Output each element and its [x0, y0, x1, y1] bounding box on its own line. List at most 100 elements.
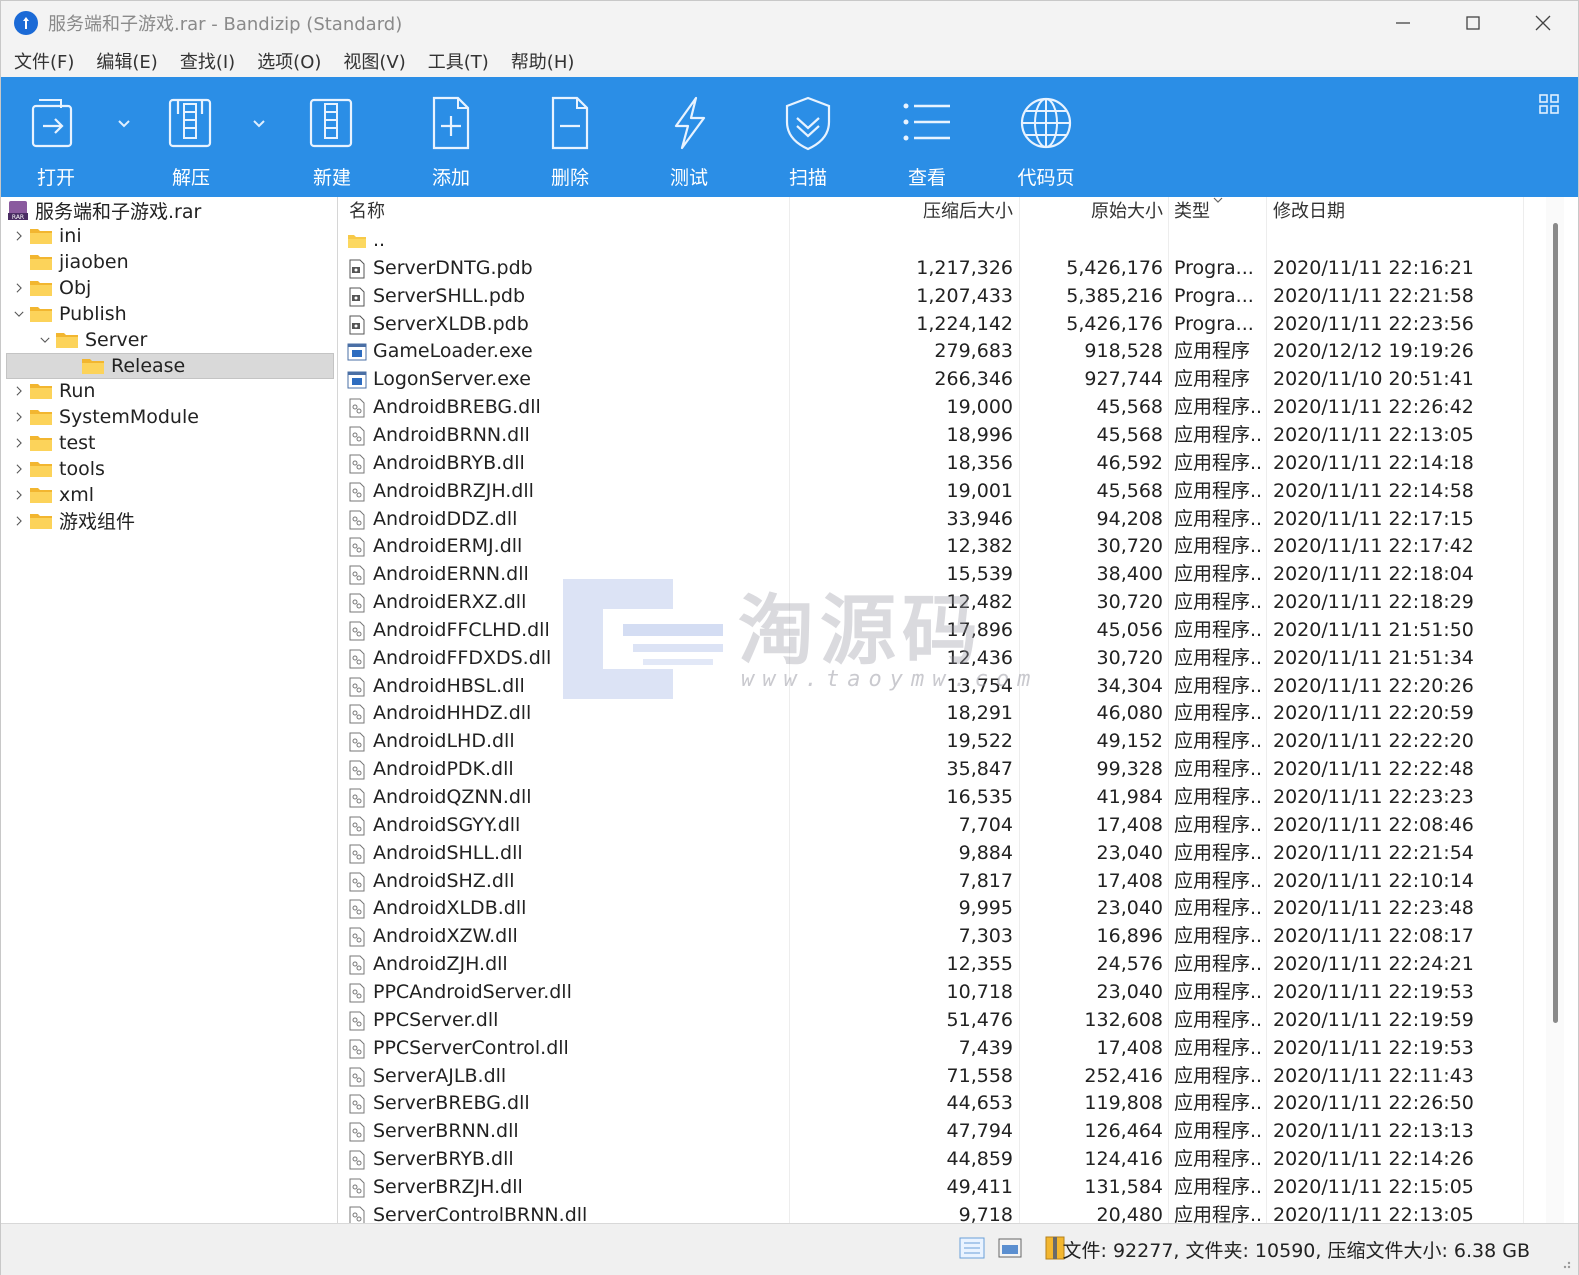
file-row[interactable]: AndroidERXZ.dll 12,482 30,720 应用程序... 2020/1…	[339, 589, 1563, 617]
menu-item[interactable]: 视图(V)	[335, 48, 413, 74]
close-button[interactable]	[1508, 1, 1578, 45]
tree-item[interactable]: jiaoben	[1, 249, 337, 275]
file-row[interactable]: ServerBREBG.dll 44,653 119,808 应用程序... 2020/…	[339, 1090, 1563, 1118]
toolbar-button[interactable]: 添加	[401, 77, 501, 197]
file-row[interactable]: GameLoader.exe 279,683 918,528 应用程序 2020/12/…	[339, 338, 1563, 366]
tree-root[interactable]: RAR 服务端和子游戏.rar	[1, 197, 337, 223]
file-row[interactable]: ServerXLDB.pdb 1,224,142 5,426,176 Progra..…	[339, 311, 1563, 339]
file-row[interactable]: AndroidSHZ.dll 7,817 17,408 应用程序... 2020/11/…	[339, 868, 1563, 896]
toolbar-button[interactable]: 扫描	[758, 77, 858, 197]
file-row[interactable]: ServerBRZJH.dll 49,411 131,584 应用程序... 2020/…	[339, 1174, 1563, 1202]
toolbar-button[interactable]: 测试	[639, 77, 739, 197]
file-row[interactable]: AndroidERNN.dll 15,539 38,400 应用程序... 2020/1…	[339, 561, 1563, 589]
file-row[interactable]: ServerBRNN.dll 47,794 126,464 应用程序... 2020/1…	[339, 1118, 1563, 1146]
tree-expander[interactable]	[9, 433, 29, 453]
tree-expander[interactable]	[9, 407, 29, 427]
tree-item[interactable]: xml	[1, 482, 337, 508]
file-name: PPCAndroidServer.dll	[373, 980, 572, 1003]
open-archive-icon	[26, 93, 86, 153]
file-row[interactable]: LogonServer.exe 266,346 927,744 应用程序 2020/11…	[339, 366, 1563, 394]
file-row[interactable]: AndroidSGYY.dll 7,704 17,408 应用程序... 2020/11…	[339, 812, 1563, 840]
file-row[interactable]: AndroidFFDXDS.dll 12,436 30,720 应用程序... 2020…	[339, 645, 1563, 673]
file-row[interactable]: PPCAndroidServer.dll 10,718 23,040 应用程序... 2…	[339, 979, 1563, 1007]
details-view-icon[interactable]	[958, 1234, 986, 1262]
file-row[interactable]: AndroidZJH.dll 12,355 24,576 应用程序... 2020/11…	[339, 951, 1563, 979]
file-name: ServerControlBRNN.dll	[373, 1203, 588, 1223]
file-row[interactable]: AndroidHBSL.dll 13,754 34,304 应用程序... 2020/1…	[339, 673, 1563, 701]
file-row[interactable]: AndroidHHDZ.dll 18,291 46,080 应用程序... 2020/1…	[339, 700, 1563, 728]
file-row[interactable]: AndroidFFCLHD.dll 17,896 45,056 应用程序... 2020…	[339, 617, 1563, 645]
tree-expander[interactable]	[9, 304, 29, 324]
file-row[interactable]: AndroidDDZ.dll 33,946 94,208 应用程序... 2020/11…	[339, 506, 1563, 534]
preview-pane-icon[interactable]	[996, 1234, 1024, 1262]
column-header-type[interactable]: 类型	[1174, 197, 1223, 227]
file-row[interactable]: AndroidQZNN.dll 16,535 41,984 应用程序... 2020/1…	[339, 784, 1563, 812]
tree-item[interactable]: Publish	[1, 301, 337, 327]
tree-item[interactable]: SystemModule	[1, 404, 337, 430]
file-row[interactable]: AndroidBRZJH.dll 19,001 45,568 应用程序... 2020/…	[339, 478, 1563, 506]
file-row[interactable]: ServerDNTG.pdb 1,217,326 5,426,176 Progra..…	[339, 255, 1563, 283]
extract-dropdown-arrow-icon[interactable]	[249, 113, 269, 133]
toolbar-button[interactable]: 查看	[877, 77, 977, 197]
tree-item[interactable]: 游戏组件	[1, 508, 337, 534]
menu-item[interactable]: 工具(T)	[420, 48, 497, 74]
open-dropdown-arrow-icon[interactable]	[114, 113, 134, 133]
parent-folder-row[interactable]: ..	[339, 227, 1563, 255]
file-type: 应用程序...	[1174, 535, 1264, 558]
menu-item[interactable]: 文件(F)	[6, 48, 82, 74]
file-row[interactable]: AndroidLHD.dll 19,522 49,152 应用程序... 2020/11…	[339, 728, 1563, 756]
column-header-type-label: 类型	[1174, 201, 1210, 222]
file-row[interactable]: AndroidBRYB.dll 18,356 46,592 应用程序... 2020/1…	[339, 450, 1563, 478]
resize-grip-icon[interactable]	[1558, 1256, 1572, 1270]
tree-expander[interactable]	[9, 485, 29, 505]
menu-item[interactable]: 查找(I)	[172, 48, 243, 74]
scrollbar-thumb[interactable]	[1553, 223, 1558, 1023]
column-header-modified[interactable]: 修改日期	[1273, 197, 1345, 227]
layout-grid-icon[interactable]	[1538, 93, 1560, 115]
toolbar-button[interactable]: 新建	[282, 77, 382, 197]
file-row[interactable]: AndroidBREBG.dll 19,000 45,568 应用程序... 2020/…	[339, 394, 1563, 422]
modified-date: 2020/11/11 22:23:23	[1273, 786, 1474, 808]
tree-item[interactable]: ini	[1, 223, 337, 249]
tree-expander[interactable]	[9, 459, 29, 479]
toolbar-button-label: 添加	[431, 167, 470, 189]
file-row[interactable]: ServerControlBRNN.dll 9,718 20,480 应用程序... 2…	[339, 1202, 1563, 1223]
tree-expander[interactable]	[9, 278, 29, 298]
tree-expander[interactable]	[9, 511, 29, 531]
file-row[interactable]: AndroidSHLL.dll 9,884 23,040 应用程序... 2020/11…	[339, 840, 1563, 868]
maximize-button[interactable]	[1438, 1, 1508, 45]
tree-item[interactable]: Release	[1, 352, 337, 379]
file-row[interactable]: AndroidBRNN.dll 18,996 45,568 应用程序... 2020/1…	[339, 422, 1563, 450]
file-row[interactable]: AndroidXLDB.dll 9,995 23,040 应用程序... 2020/11…	[339, 895, 1563, 923]
tree-item[interactable]: tools	[1, 456, 337, 482]
column-header-packed[interactable]: 压缩后大小	[789, 197, 1013, 227]
file-row[interactable]: AndroidXZW.dll 7,303 16,896 应用程序... 2020/11/…	[339, 923, 1563, 951]
tree-item[interactable]: test	[1, 430, 337, 456]
file-row[interactable]: PPCServerControl.dll 7,439 17,408 应用程序... 20…	[339, 1035, 1563, 1063]
toolbar-button[interactable]: 打开	[6, 77, 106, 197]
toolbar-button[interactable]: 删除	[520, 77, 620, 197]
tree-expander[interactable]	[35, 330, 55, 350]
file-row[interactable]: ServerBRYB.dll 44,859 124,416 应用程序... 2020/1…	[339, 1146, 1563, 1174]
chevron-right-icon	[16, 490, 22, 500]
menu-item[interactable]: 选项(O)	[249, 48, 329, 74]
column-header-size[interactable]: 原始大小	[1019, 197, 1163, 227]
file-row[interactable]: ServerSHLL.pdb 1,207,433 5,385,216 Progra..…	[339, 283, 1563, 311]
column-header-name[interactable]: 名称	[349, 197, 385, 227]
file-row[interactable]: AndroidPDK.dll 35,847 99,328 应用程序... 2020/11…	[339, 756, 1563, 784]
tree-expander[interactable]	[9, 381, 29, 401]
toolbar-button[interactable]: 解压	[141, 77, 241, 197]
file-row[interactable]: PPCServer.dll 51,476 132,608 应用程序... 2020/11…	[339, 1007, 1563, 1035]
chevron-right-icon	[16, 516, 22, 526]
menu-item[interactable]: 编辑(E)	[88, 48, 165, 74]
file-row[interactable]: ServerAJLB.dll 71,558 252,416 应用程序... 2020/1…	[339, 1063, 1563, 1091]
menu-item[interactable]: 帮助(H)	[503, 48, 583, 74]
tree-item[interactable]: Server	[1, 327, 337, 353]
minimize-button[interactable]	[1368, 1, 1438, 45]
file-row[interactable]: AndroidERMJ.dll 12,382 30,720 应用程序... 2020/1…	[339, 533, 1563, 561]
tree-item[interactable]: Run	[1, 378, 337, 404]
toolbar-button[interactable]: 代码页	[996, 77, 1096, 197]
tree-item[interactable]: Obj	[1, 275, 337, 301]
vertical-scrollbar[interactable]	[1546, 197, 1564, 1223]
tree-expander[interactable]	[9, 226, 29, 246]
